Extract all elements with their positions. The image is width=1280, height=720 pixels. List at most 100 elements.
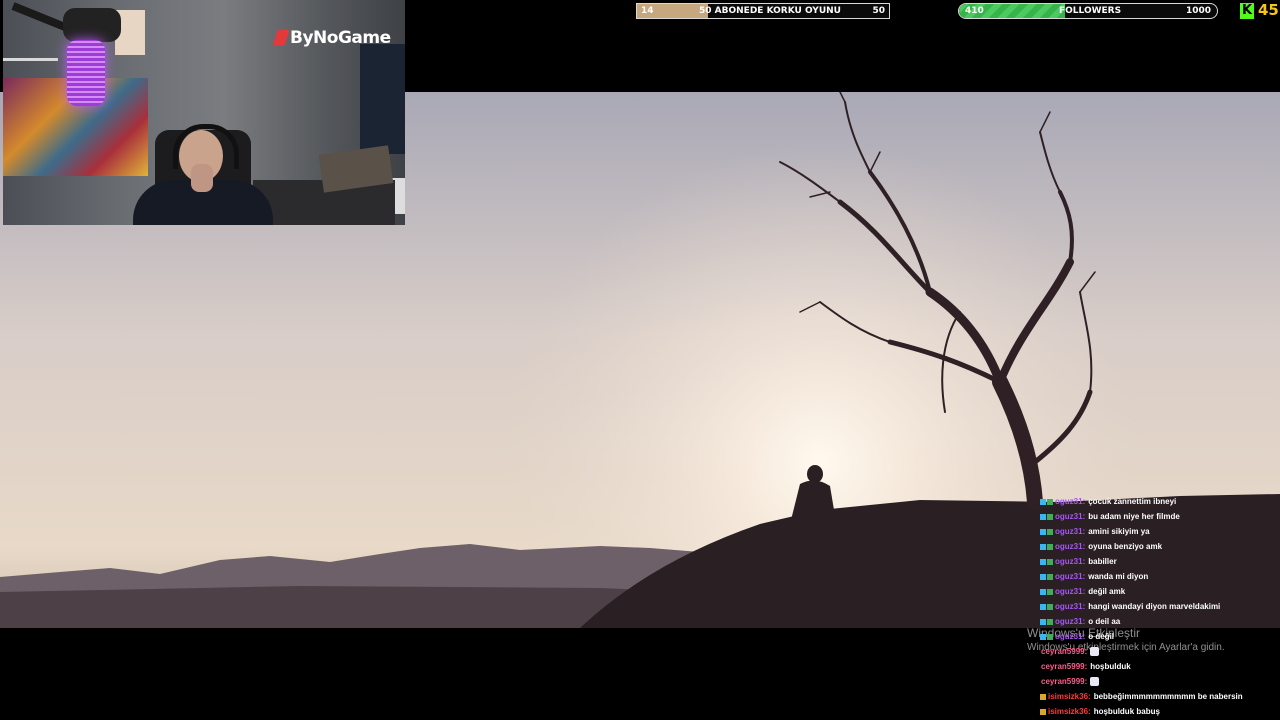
chat-message: oguz31: wanda mi diyon: [1040, 569, 1276, 584]
chat-text: hoşbulduk babuş: [1093, 707, 1160, 716]
chat-text: değil amk: [1088, 587, 1126, 596]
streamer-hand: [191, 164, 213, 192]
moderator-badge-icon: [1047, 558, 1053, 565]
subscriber-badge-icon: [1040, 588, 1046, 595]
chat-separator: :: [1082, 572, 1086, 581]
chat-text: wanda mi diyon: [1088, 572, 1149, 581]
chat-text: o deil aa: [1088, 617, 1121, 626]
channel-logo: ByNoGame: [272, 28, 391, 48]
followers-goal-target: 1000: [1185, 6, 1211, 16]
microphone-icon: [67, 40, 105, 106]
chat-username[interactable]: oguz31: [1055, 554, 1083, 569]
moderator-badge-icon: [1047, 603, 1053, 610]
chat-username[interactable]: ceyran5999: [1041, 674, 1085, 689]
chat-username[interactable]: isimsizk36: [1048, 704, 1088, 719]
subscriber-badge-icon: [1040, 558, 1046, 565]
chat-username[interactable]: oguz31: [1055, 629, 1083, 644]
subscriber-badge-icon: [1040, 603, 1046, 610]
subscriber-goal-bar: 14 50 ABONEDE KORKU OYUNU 50: [636, 3, 890, 19]
mic-head: [63, 8, 121, 42]
chat-text: bu adam niye her filmde: [1088, 512, 1180, 521]
chat-message: oguz31: çocuk zannettim ibneyi: [1040, 494, 1276, 509]
subscriber-badge-icon: [1040, 543, 1046, 550]
moderator-badge-icon: [1047, 498, 1053, 505]
chat-message: isimsizk36: hoşbulduk babuş: [1040, 704, 1276, 719]
gift-badge-icon: [1040, 693, 1046, 700]
chat-text: hoşbulduk: [1090, 662, 1131, 671]
subscriber-badge-icon: [1040, 573, 1046, 580]
chat-overlay: oguz31: çocuk zannettim ibneyi oguz31: bu a…: [1040, 494, 1276, 719]
moderator-badge-icon: [1047, 573, 1053, 580]
webcam-feed: ByNoGame: [3, 0, 405, 225]
viewer-count: 45: [1258, 1, 1279, 19]
subscriber-badge-icon: [1040, 618, 1046, 625]
moderator-badge-icon: [1047, 618, 1053, 625]
chat-message: ceyran5999:: [1040, 674, 1276, 689]
chat-username[interactable]: oguz31: [1055, 614, 1083, 629]
chat-text: oyuna benziyo amk: [1088, 542, 1163, 551]
chat-username[interactable]: oguz31: [1055, 494, 1083, 509]
chat-username[interactable]: ceyran5999: [1041, 644, 1085, 659]
window: [360, 44, 405, 154]
chat-username[interactable]: oguz31: [1055, 569, 1083, 584]
chat-separator: :: [1082, 512, 1086, 521]
subscriber-badge-icon: [1040, 528, 1046, 535]
moderator-badge-icon: [1047, 588, 1053, 595]
shelf: [3, 58, 58, 61]
subscriber-badge-icon: [1040, 513, 1046, 520]
chat-text: bebbeğimmmmmmmmmm be nabersin: [1093, 692, 1243, 701]
chat-username[interactable]: ceyran5999: [1041, 659, 1085, 674]
chat-separator: :: [1088, 707, 1091, 716]
headset: [173, 124, 239, 169]
chat-username[interactable]: isimsizk36: [1048, 689, 1088, 704]
chat-message: oguz31: bu adam niye her filmde: [1040, 509, 1276, 524]
subscriber-goal-label: 50 ABONEDE KORKU OYUNU: [699, 6, 841, 16]
chat-message: isimsizk36: bebbeğimmmmmmmmmm be nabersin: [1040, 689, 1276, 704]
chat-message: ceyran5999:: [1040, 644, 1276, 659]
chat-text: o değil: [1088, 632, 1115, 641]
chat-text: amini sikiyim ya: [1088, 527, 1150, 536]
cat-emote-icon: [1090, 647, 1100, 656]
chat-username[interactable]: oguz31: [1055, 539, 1083, 554]
chat-message: ceyran5999: hoşbulduk: [1040, 659, 1276, 674]
chat-separator: :: [1082, 497, 1086, 506]
chat-separator: :: [1082, 602, 1086, 611]
moderator-badge-icon: [1047, 633, 1053, 640]
chat-message: oguz31: o değil: [1040, 629, 1276, 644]
chat-message: oguz31: oyuna benziyo amk: [1040, 539, 1276, 554]
chat-username[interactable]: oguz31: [1055, 509, 1083, 524]
chat-separator: :: [1084, 662, 1088, 671]
kick-logo-icon: K: [1240, 3, 1254, 19]
chat-separator: :: [1084, 647, 1088, 656]
chat-text: hangi wandayi diyon marveldakimi: [1088, 602, 1221, 611]
followers-goal-label: FOLLOWERS: [1059, 6, 1122, 16]
chat-text: çocuk zannettim ibneyi: [1088, 497, 1177, 506]
moderator-badge-icon: [1047, 513, 1053, 520]
chat-message: oguz31: hangi wandayi diyon marveldakimi: [1040, 599, 1276, 614]
chat-message: oguz31: o deil aa: [1040, 614, 1276, 629]
chat-username[interactable]: oguz31: [1055, 599, 1083, 614]
followers-goal-current: 410: [965, 6, 984, 16]
chat-separator: :: [1082, 527, 1086, 536]
chat-text: babiller: [1088, 557, 1117, 566]
subscriber-badge-icon: [1040, 498, 1046, 505]
subscriber-goal-current: 14: [641, 6, 654, 16]
moderator-badge-icon: [1047, 528, 1053, 535]
subscriber-goal-target: 50: [872, 6, 885, 16]
ghost-emote-icon: [1090, 677, 1100, 686]
moderator-badge-icon: [1047, 543, 1053, 550]
followers-goal-bar: 410 FOLLOWERS 1000: [958, 3, 1218, 19]
chat-separator: :: [1082, 557, 1086, 566]
channel-logo-text: ByNoGame: [290, 28, 391, 48]
chat-separator: :: [1088, 692, 1091, 701]
chat-separator: :: [1082, 542, 1086, 551]
chat-username[interactable]: oguz31: [1055, 524, 1083, 539]
chat-separator: :: [1082, 617, 1086, 626]
chat-separator: :: [1082, 587, 1086, 596]
bynogame-logo-icon: [272, 30, 290, 46]
chat-separator: :: [1082, 632, 1086, 641]
chat-username[interactable]: oguz31: [1055, 584, 1083, 599]
chat-message: oguz31: babiller: [1040, 554, 1276, 569]
chat-separator: :: [1084, 677, 1088, 686]
subscriber-badge-icon: [1040, 633, 1046, 640]
